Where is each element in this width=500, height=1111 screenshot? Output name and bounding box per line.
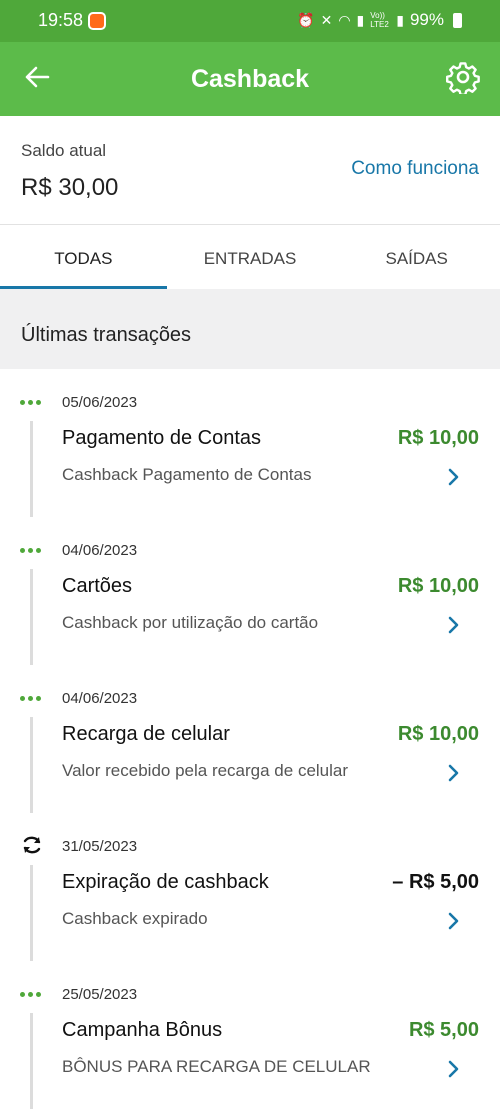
dots-icon	[20, 391, 44, 411]
transaction-amount: – R$ 5,00	[392, 871, 479, 893]
transaction-title: Expiração de cashback	[62, 871, 269, 893]
transaction-item[interactable]: 05/06/2023 Pagamento de Contas R$ 10,00 …	[0, 369, 500, 517]
tab-entradas[interactable]: ENTRADAS	[167, 226, 334, 289]
transaction-item[interactable]: 04/06/2023 Recarga de celular R$ 10,00 V…	[0, 665, 500, 813]
refresh-icon	[23, 836, 41, 854]
transaction-description: Cashback Pagamento de Contas	[62, 465, 312, 484]
transaction-date: 05/06/2023	[62, 394, 138, 411]
chevron-right-icon[interactable]	[444, 762, 462, 784]
alarm-icon: ⏰	[297, 11, 315, 28]
signal-icon: ▮	[356, 11, 365, 28]
transaction-title: Campanha Bônus	[62, 1019, 223, 1041]
gear-icon[interactable]	[446, 60, 480, 94]
transaction-amount: R$ 10,00	[397, 575, 479, 597]
mute-icon: ✕	[320, 11, 333, 28]
tab-saidas[interactable]: SAÍDAS	[333, 226, 500, 289]
chevron-right-icon[interactable]	[444, 910, 462, 932]
section-title: Últimas transações	[21, 324, 192, 346]
balance-value: R$ 30,00	[21, 174, 119, 201]
chevron-right-icon[interactable]	[444, 614, 462, 636]
transaction-description: BÔNUS PARA RECARGA DE CELULAR	[62, 1057, 371, 1076]
status-icons: ⏰ ✕ ◠ ▮ Vo)) LTE2 ▮ 99%	[297, 10, 462, 30]
transaction-date: 31/05/2023	[62, 838, 138, 855]
transaction-item[interactable]: 25/05/2023 Campanha Bônus R$ 5,00 BÔNUS …	[0, 961, 500, 1109]
timeline-line	[30, 1013, 33, 1109]
transaction-amount: R$ 10,00	[397, 723, 479, 745]
transaction-item[interactable]: 04/06/2023 Cartões R$ 10,00 Cashback por…	[0, 517, 500, 665]
transaction-amount: R$ 10,00	[397, 427, 479, 449]
transaction-description: Cashback por utilização do cartão	[62, 613, 319, 632]
timeline-line	[30, 717, 33, 813]
dots-icon	[20, 687, 44, 707]
section-header: Últimas transações	[0, 289, 500, 369]
status-bar: 19:58 ⏰ ✕ ◠ ▮ Vo)) LTE2 ▮ 99%	[0, 0, 500, 42]
balance-card: Saldo atual R$ 30,00 Como funciona	[0, 116, 500, 225]
timeline-line	[30, 569, 33, 665]
transaction-description: Valor recebido pela recarga de celular	[62, 761, 349, 780]
tab-todas[interactable]: TODAS	[0, 226, 167, 289]
page-title: Cashback	[190, 65, 310, 93]
how-it-works-link[interactable]: Como funciona	[351, 158, 479, 180]
transaction-title: Cartões	[62, 575, 133, 597]
dots-icon	[20, 983, 44, 1003]
signal-icon-2: ▮	[396, 11, 404, 28]
app-bar: Cashback	[0, 42, 500, 116]
timeline-line	[30, 421, 33, 517]
transaction-list: 05/06/2023 Pagamento de Contas R$ 10,00 …	[0, 369, 500, 1109]
transaction-title: Pagamento de Contas	[62, 427, 262, 449]
notification-app-icon	[88, 12, 106, 30]
transaction-date: 04/06/2023	[62, 542, 138, 559]
transaction-item[interactable]: 31/05/2023 Expiração de cashback – R$ 5,…	[0, 813, 500, 961]
volte-icon: Vo)) LTE2	[370, 11, 389, 29]
transaction-title: Recarga de celular	[62, 723, 230, 745]
chevron-right-icon[interactable]	[444, 1058, 462, 1080]
transaction-amount: R$ 5,00	[408, 1019, 479, 1041]
wifi-icon: ◠	[338, 11, 351, 28]
dots-icon	[20, 539, 44, 559]
chevron-right-icon[interactable]	[444, 466, 462, 488]
battery-percent: 99%	[409, 10, 444, 29]
filter-tabs: TODAS ENTRADAS SAÍDAS	[0, 226, 500, 289]
transaction-date: 04/06/2023	[62, 690, 138, 707]
transaction-description: Cashback expirado	[62, 909, 208, 928]
timeline-line	[30, 865, 33, 961]
transaction-date: 25/05/2023	[62, 986, 138, 1003]
battery-icon	[453, 12, 462, 28]
status-time: 19:58	[38, 10, 84, 30]
balance-label: Saldo atual	[21, 141, 107, 160]
